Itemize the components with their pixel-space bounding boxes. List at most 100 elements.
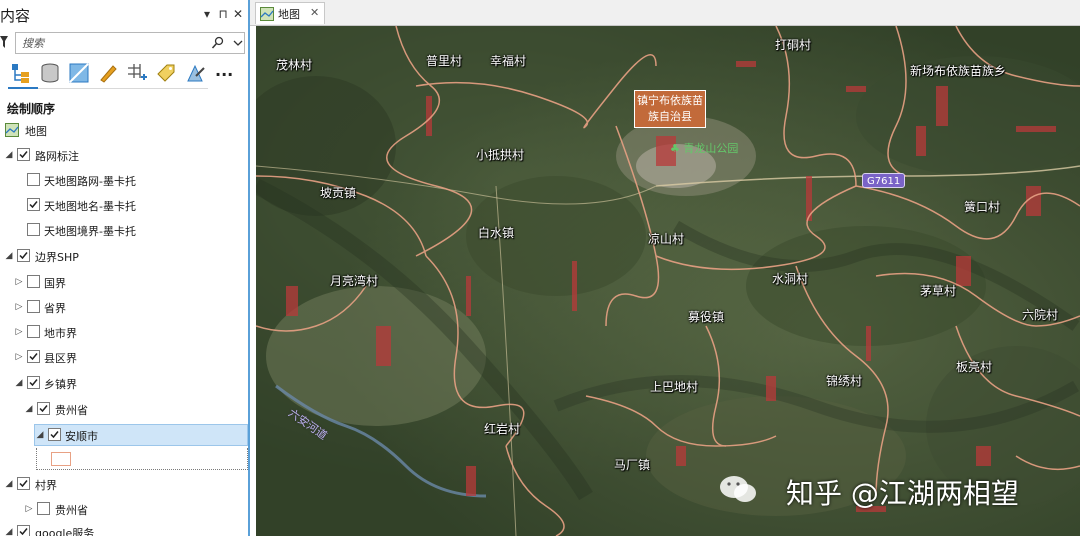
expand-right-icon[interactable]: ▷ xyxy=(14,326,24,338)
tree-item-tdt-road[interactable]: 天地图路网-墨卡托 xyxy=(0,170,248,192)
tree-item-label: 路网标注 xyxy=(35,150,79,163)
tree-item-guizhou[interactable]: ◢ 贵州省 xyxy=(0,399,248,421)
checkbox-checked[interactable] xyxy=(27,350,40,363)
more-icon[interactable]: ... xyxy=(215,62,237,84)
tree-item-county-border[interactable]: ▷ 县区界 xyxy=(0,347,248,369)
pane-title: 内容 xyxy=(0,7,31,25)
map-view[interactable]: 镇宁布依族苗族自治县 ♣ 青龙山公园 G7611 六安河道 茂林村 普里村 幸福… xyxy=(256,26,1080,536)
checkbox-unchecked[interactable] xyxy=(27,275,40,288)
expand-down-icon[interactable]: ◢ xyxy=(4,478,14,490)
pane-close-icon[interactable]: ✕ xyxy=(231,7,245,21)
list-by-labeling-icon[interactable] xyxy=(155,62,177,84)
map-tab-bar: 地图 ✕ xyxy=(250,0,1080,26)
search-icon[interactable] xyxy=(211,36,225,50)
list-by-drawing-order-icon[interactable] xyxy=(10,62,32,84)
list-by-snapping-icon[interactable] xyxy=(126,62,148,84)
tree-item-tdt-placename[interactable]: 天地图地名-墨卡托 xyxy=(0,195,248,217)
checkbox-unchecked[interactable] xyxy=(27,325,40,338)
tree-item-label: 地市界 xyxy=(44,327,77,340)
polygon-symbol-swatch[interactable] xyxy=(51,452,71,466)
place-label: 月亮湾村 xyxy=(330,274,379,288)
expand-right-icon[interactable]: ▷ xyxy=(14,301,24,313)
expand-down-icon[interactable]: ◢ xyxy=(14,377,24,389)
tree-item-label: 天地图境界-墨卡托 xyxy=(44,225,136,238)
checkbox-unchecked[interactable] xyxy=(27,223,40,236)
tree-item-township-border[interactable]: ◢ 乡镇界 xyxy=(0,373,248,395)
checkbox-unchecked[interactable] xyxy=(27,300,40,313)
place-label: 打硐村 xyxy=(775,38,812,52)
tree-item-label: 边界SHP xyxy=(35,251,79,264)
place-label: 普里村 xyxy=(426,54,463,68)
place-label: 水洞村 xyxy=(772,272,809,286)
tree-item-road-labels[interactable]: ◢ 路网标注 xyxy=(0,145,248,167)
search-bar xyxy=(0,32,248,54)
list-by-selection-icon[interactable] xyxy=(68,62,90,84)
tree-item-label: 天地图地名-墨卡托 xyxy=(44,200,136,213)
place-label: 坡贡镇 xyxy=(320,186,357,200)
checkbox-checked[interactable] xyxy=(17,525,30,536)
tree-item-village-guizhou[interactable]: ▷ 贵州省 xyxy=(0,499,248,521)
checkbox-checked[interactable] xyxy=(17,249,30,262)
expand-right-icon[interactable]: ▷ xyxy=(24,503,34,515)
place-label: 锦绣村 xyxy=(826,374,863,388)
expand-down-icon[interactable]: ◢ xyxy=(35,429,45,441)
tree-item-label: 村界 xyxy=(35,479,57,492)
checkbox-checked[interactable] xyxy=(37,402,50,415)
place-label: 凉山村 xyxy=(648,232,685,246)
place-label: 募役镇 xyxy=(688,310,725,324)
filter-icon[interactable] xyxy=(0,35,8,49)
pane-pin-icon[interactable]: ⊓ xyxy=(216,7,230,21)
tab-map[interactable]: 地图 ✕ xyxy=(255,2,325,24)
map-icon xyxy=(260,7,274,21)
place-label: 小抵拱村 xyxy=(476,148,525,162)
tree-item-label: 地图 xyxy=(25,125,47,138)
tree-item-tdt-boundary[interactable]: 天地图境界-墨卡托 xyxy=(0,220,248,242)
expand-right-icon[interactable]: ▷ xyxy=(14,351,24,363)
watermark-text: 知乎 @江湖两相望 xyxy=(786,477,1019,510)
road-shield: G7611 xyxy=(862,173,906,188)
active-tool-indicator xyxy=(8,87,38,89)
tree-item-city-border[interactable]: ▷ 地市界 xyxy=(0,322,248,344)
tree-item-label: 安顺市 xyxy=(65,430,98,443)
close-icon[interactable]: ✕ xyxy=(310,6,319,19)
wechat-logo-icon xyxy=(720,476,756,502)
expand-right-icon[interactable]: ▷ xyxy=(14,276,24,288)
expand-down-icon[interactable]: ◢ xyxy=(4,526,14,536)
checkbox-checked[interactable] xyxy=(48,428,61,441)
tree-item-province-border[interactable]: ▷ 省界 xyxy=(0,297,248,319)
pane-menu-icon[interactable]: ▾ xyxy=(200,7,214,21)
checkbox-unchecked[interactable] xyxy=(27,173,40,186)
tree-item-map[interactable]: 地图 xyxy=(0,120,248,142)
expand-down-icon[interactable]: ◢ xyxy=(24,403,34,415)
checkbox-checked[interactable] xyxy=(17,477,30,490)
list-by-perspective-icon[interactable] xyxy=(184,62,206,84)
tree-item-label: google服务 xyxy=(35,527,95,536)
expand-down-icon[interactable]: ◢ xyxy=(4,250,14,262)
search-box xyxy=(15,32,245,54)
tree-item-label: 贵州省 xyxy=(55,404,88,417)
tree-item-village-border[interactable]: ◢ 村界 xyxy=(0,474,248,496)
tab-label: 地图 xyxy=(278,8,300,21)
layer-symbol-row[interactable] xyxy=(36,448,248,470)
tree-item-google[interactable]: ◢ google服务 xyxy=(0,522,248,536)
checkbox-checked[interactable] xyxy=(17,148,30,161)
checkbox-checked[interactable] xyxy=(27,376,40,389)
checkbox-unchecked[interactable] xyxy=(37,502,50,515)
tree-item-national-border[interactable]: ▷ 国界 xyxy=(0,272,248,294)
search-input[interactable] xyxy=(22,35,202,51)
county-label: 镇宁布依族苗族自治县 xyxy=(634,90,706,128)
park-label-text: 青龙山公园 xyxy=(683,142,739,155)
tree-item-label: 县区界 xyxy=(44,352,77,365)
tree-item-anshun[interactable]: ◢ 安顺市 xyxy=(34,424,248,446)
expand-down-icon[interactable]: ◢ xyxy=(4,149,14,161)
chevron-down-icon[interactable] xyxy=(232,36,244,50)
place-label: 上巴地村 xyxy=(650,380,699,394)
arcgis-pro-window: 内容 ▾ ⊓ ✕ 搜索 ... 绘制顺序 地图 ◢ 路网标注 天地图路网-墨卡托… xyxy=(0,0,1080,536)
list-by-editing-icon[interactable] xyxy=(97,62,119,84)
park-label: ♣ 青龙山公园 xyxy=(670,142,739,155)
checkbox-checked[interactable] xyxy=(27,198,40,211)
contents-pane: 内容 ▾ ⊓ ✕ 搜索 ... 绘制顺序 地图 ◢ 路网标注 天地图路网-墨卡托… xyxy=(0,0,250,536)
tree-item-boundary-shp[interactable]: ◢ 边界SHP xyxy=(0,246,248,268)
section-title: 绘制顺序 xyxy=(7,102,56,116)
list-by-source-icon[interactable] xyxy=(39,62,61,84)
